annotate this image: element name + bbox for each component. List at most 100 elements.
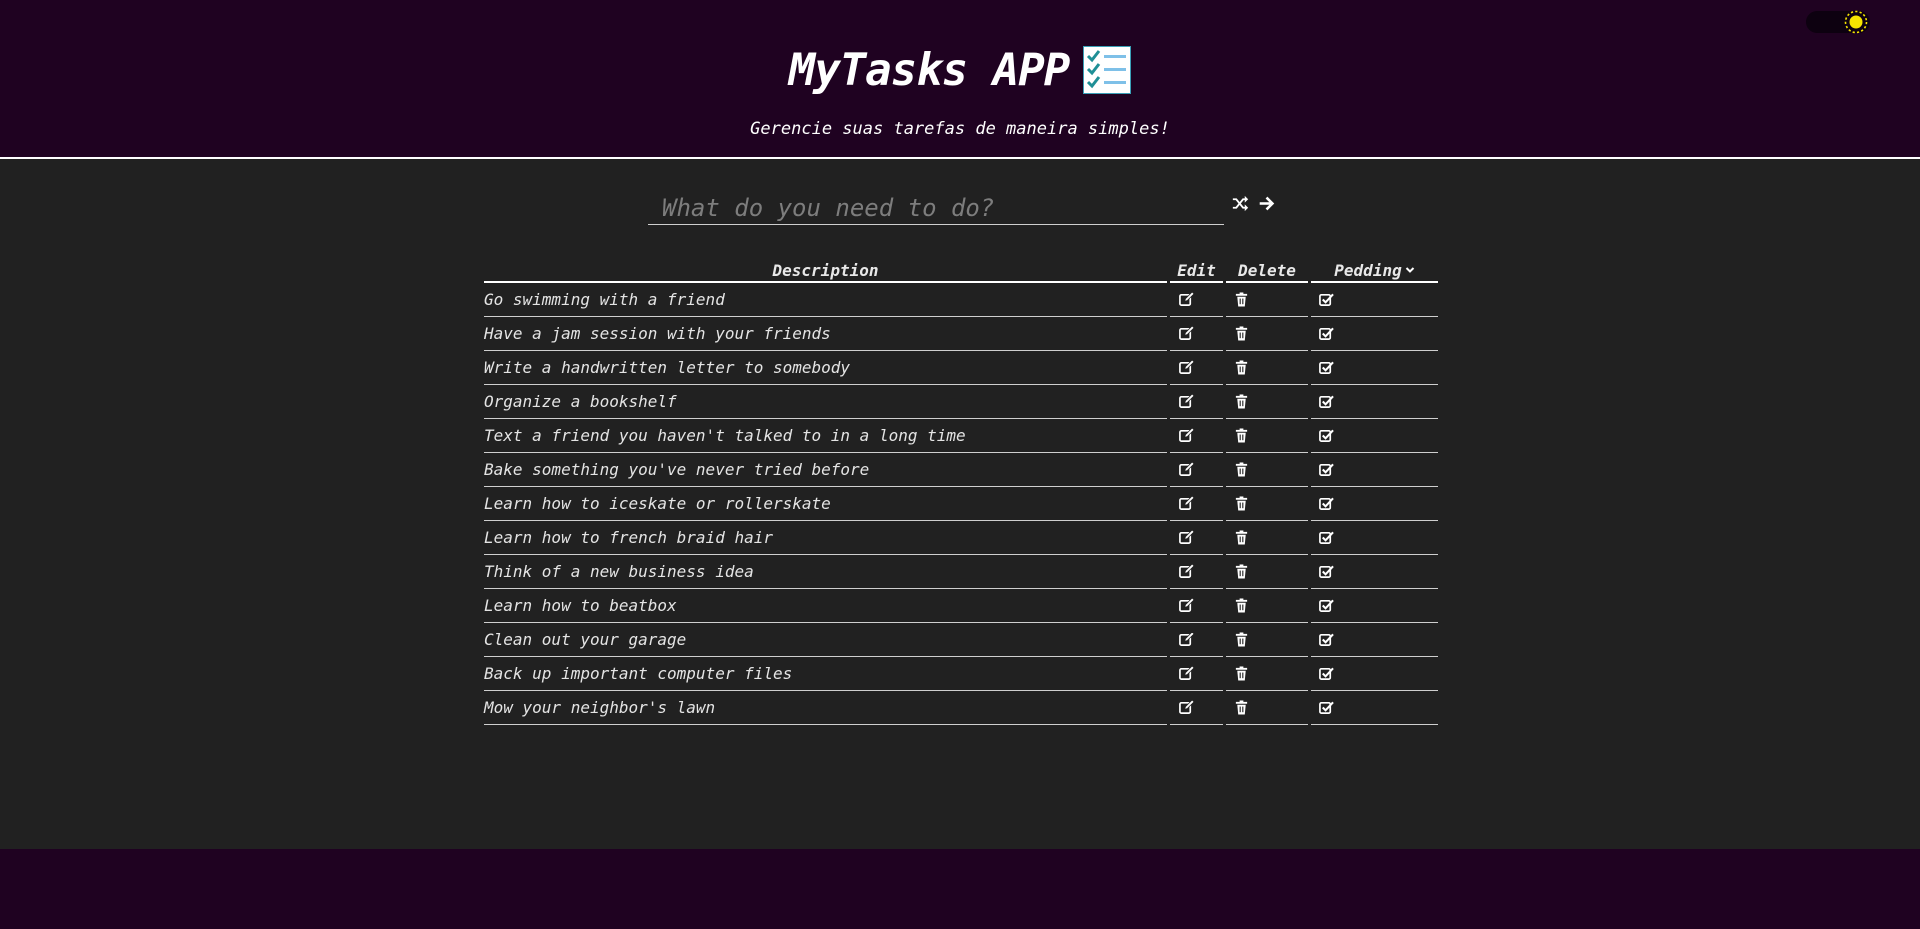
task-description: Organize a bookshelf xyxy=(484,385,1167,419)
table-header-row: Description Edit Delete Pedding xyxy=(484,259,1438,283)
edit-icon[interactable] xyxy=(1179,462,1194,477)
edit-cell[interactable] xyxy=(1170,657,1223,691)
chevron-down-icon xyxy=(1405,266,1414,273)
edit-icon[interactable] xyxy=(1179,700,1194,715)
check-square-icon[interactable] xyxy=(1319,428,1334,443)
header-description: Description xyxy=(484,259,1167,283)
trash-icon[interactable] xyxy=(1234,462,1249,477)
edit-icon[interactable] xyxy=(1179,530,1194,545)
pending-cell[interactable] xyxy=(1311,317,1438,351)
edit-cell[interactable] xyxy=(1170,317,1223,351)
edit-cell[interactable] xyxy=(1170,589,1223,623)
table-row: Clean out your garage xyxy=(484,623,1438,657)
delete-cell[interactable] xyxy=(1226,623,1308,657)
pending-cell[interactable] xyxy=(1311,589,1438,623)
table-row: Learn how to iceskate or rollerskate xyxy=(484,487,1438,521)
check-square-icon[interactable] xyxy=(1319,292,1334,307)
trash-icon[interactable] xyxy=(1234,564,1249,579)
edit-icon[interactable] xyxy=(1179,564,1194,579)
trash-icon[interactable] xyxy=(1234,598,1249,613)
trash-icon[interactable] xyxy=(1234,666,1249,681)
delete-cell[interactable] xyxy=(1226,351,1308,385)
edit-cell[interactable] xyxy=(1170,351,1223,385)
edit-cell[interactable] xyxy=(1170,487,1223,521)
table-row: Think of a new business idea xyxy=(484,555,1438,589)
trash-icon[interactable] xyxy=(1234,394,1249,409)
theme-toggle[interactable] xyxy=(1806,10,1870,34)
edit-cell[interactable] xyxy=(1170,283,1223,317)
trash-icon[interactable] xyxy=(1234,496,1249,511)
delete-cell[interactable] xyxy=(1226,521,1308,555)
edit-icon[interactable] xyxy=(1179,360,1194,375)
edit-icon[interactable] xyxy=(1179,326,1194,341)
edit-icon[interactable] xyxy=(1179,292,1194,307)
check-square-icon[interactable] xyxy=(1319,700,1334,715)
check-square-icon[interactable] xyxy=(1319,666,1334,681)
tasks-table: Description Edit Delete Pedding Go swimm… xyxy=(481,259,1441,725)
trash-icon[interactable] xyxy=(1234,360,1249,375)
pending-cell[interactable] xyxy=(1311,385,1438,419)
trash-icon[interactable] xyxy=(1234,530,1249,545)
edit-icon[interactable] xyxy=(1179,394,1194,409)
check-square-icon[interactable] xyxy=(1319,326,1334,341)
check-square-icon[interactable] xyxy=(1319,632,1334,647)
table-row: Organize a bookshelf xyxy=(484,385,1438,419)
app-footer xyxy=(0,849,1920,929)
edit-cell[interactable] xyxy=(1170,623,1223,657)
trash-icon[interactable] xyxy=(1234,292,1249,307)
pending-cell[interactable] xyxy=(1311,657,1438,691)
task-description: Bake something you've never tried before xyxy=(484,453,1167,487)
delete-cell[interactable] xyxy=(1226,487,1308,521)
pending-cell[interactable] xyxy=(1311,351,1438,385)
check-square-icon[interactable] xyxy=(1319,462,1334,477)
trash-icon[interactable] xyxy=(1234,632,1249,647)
pending-cell[interactable] xyxy=(1311,453,1438,487)
check-square-icon[interactable] xyxy=(1319,394,1334,409)
check-square-icon[interactable] xyxy=(1319,564,1334,579)
delete-cell[interactable] xyxy=(1226,283,1308,317)
edit-icon[interactable] xyxy=(1179,632,1194,647)
edit-icon[interactable] xyxy=(1179,496,1194,511)
delete-cell[interactable] xyxy=(1226,657,1308,691)
check-square-icon[interactable] xyxy=(1319,360,1334,375)
task-input[interactable] xyxy=(648,191,1224,225)
pending-cell[interactable] xyxy=(1311,487,1438,521)
delete-cell[interactable] xyxy=(1226,691,1308,725)
header-pending-sort[interactable]: Pedding xyxy=(1311,259,1438,283)
edit-icon[interactable] xyxy=(1179,666,1194,681)
delete-cell[interactable] xyxy=(1226,317,1308,351)
check-square-icon[interactable] xyxy=(1319,530,1334,545)
check-square-icon[interactable] xyxy=(1319,496,1334,511)
pending-cell[interactable] xyxy=(1311,555,1438,589)
arrow-right-icon[interactable] xyxy=(1258,195,1278,215)
edit-icon[interactable] xyxy=(1179,428,1194,443)
pending-cell[interactable] xyxy=(1311,283,1438,317)
edit-cell[interactable] xyxy=(1170,521,1223,555)
sun-icon xyxy=(1844,10,1868,34)
trash-icon[interactable] xyxy=(1234,428,1249,443)
edit-cell[interactable] xyxy=(1170,555,1223,589)
delete-cell[interactable] xyxy=(1226,453,1308,487)
delete-cell[interactable] xyxy=(1226,419,1308,453)
delete-cell[interactable] xyxy=(1226,589,1308,623)
check-square-icon[interactable] xyxy=(1319,598,1334,613)
trash-icon[interactable] xyxy=(1234,700,1249,715)
edit-cell[interactable] xyxy=(1170,691,1223,725)
edit-cell[interactable] xyxy=(1170,453,1223,487)
app-header: MyTasks APP Gerencie suas tarefas de man… xyxy=(0,0,1920,159)
pending-cell[interactable] xyxy=(1311,419,1438,453)
pending-cell[interactable] xyxy=(1311,623,1438,657)
pending-cell[interactable] xyxy=(1311,521,1438,555)
shuffle-icon[interactable] xyxy=(1232,195,1252,215)
table-row: Learn how to french braid hair xyxy=(484,521,1438,555)
table-row: Have a jam session with your friends xyxy=(484,317,1438,351)
edit-cell[interactable] xyxy=(1170,419,1223,453)
edit-cell[interactable] xyxy=(1170,385,1223,419)
task-description: Mow your neighbor's lawn xyxy=(484,691,1167,725)
edit-icon[interactable] xyxy=(1179,598,1194,613)
delete-cell[interactable] xyxy=(1226,555,1308,589)
delete-cell[interactable] xyxy=(1226,385,1308,419)
pending-cell[interactable] xyxy=(1311,691,1438,725)
trash-icon[interactable] xyxy=(1234,326,1249,341)
table-row: Go swimming with a friend xyxy=(484,283,1438,317)
